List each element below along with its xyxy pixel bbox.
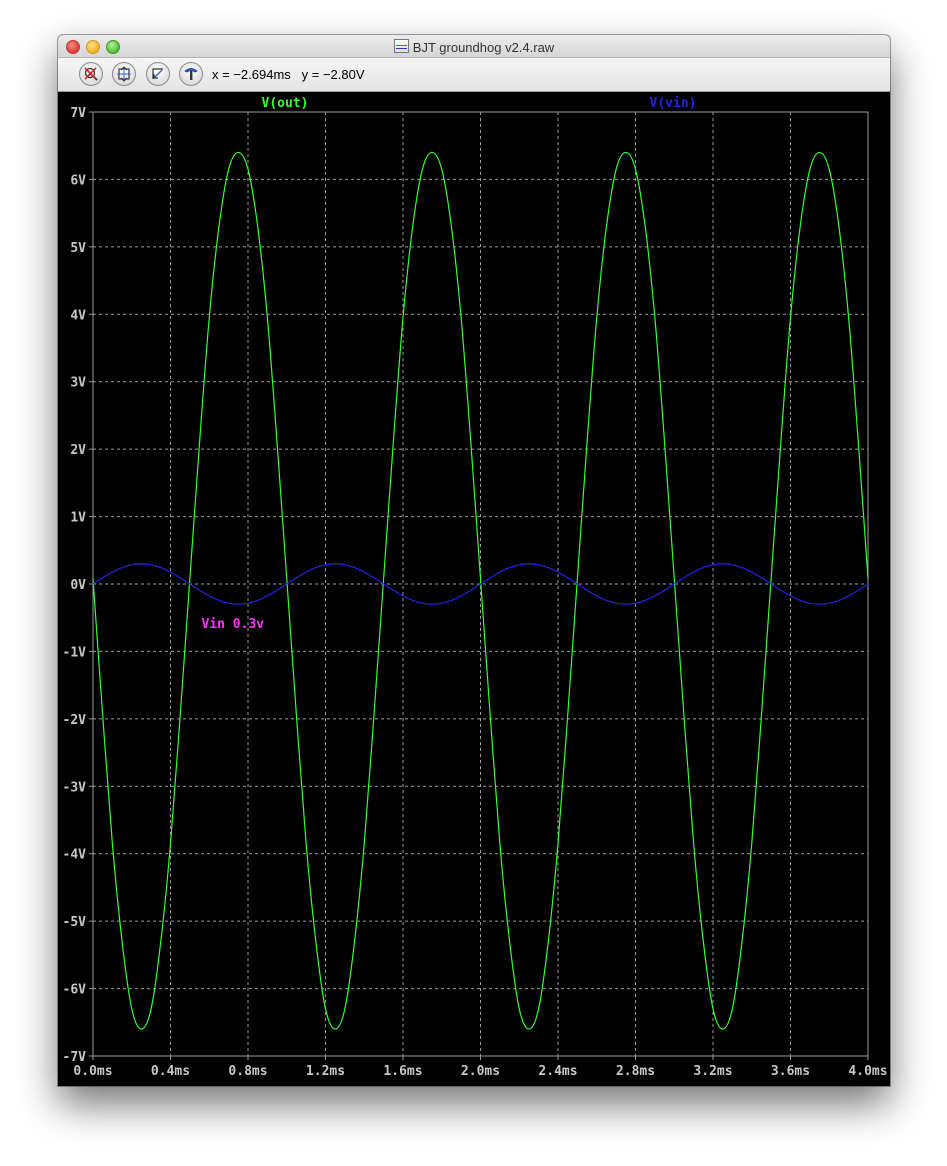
y-tick-label: -5V (63, 915, 87, 930)
waveform-chart[interactable]: 0.0ms 0.4ms 0.8ms 1.2ms 1.6ms 2.0ms 2.4ms 2.8ms… (58, 92, 890, 1086)
x-tick-label: 2.4ms (538, 1064, 577, 1079)
y-tick-label: -4V (63, 848, 87, 863)
probe-button[interactable] (179, 62, 203, 86)
series-line-v-out (92, 151, 869, 1030)
y-tick-label: -6V (63, 983, 87, 998)
x-tick-label: 3.2ms (693, 1064, 732, 1079)
y-tick-label: 3V (70, 376, 86, 391)
y-tick-label: 6V (70, 173, 86, 188)
y-tick-label: 1V (70, 511, 86, 526)
x-tick-label: 2.8ms (616, 1064, 655, 1079)
annotation-label: Vin 0.3v (202, 617, 265, 632)
x-tick-label: 1.2ms (306, 1064, 345, 1079)
window-title-area: BJT groundhog v2.4.raw (58, 39, 890, 55)
window-title: BJT groundhog v2.4.raw (412, 40, 555, 55)
plot-area[interactable]: 0.0ms 0.4ms 0.8ms 1.2ms 1.6ms 2.0ms 2.4ms 2.8ms… (58, 92, 890, 1086)
y-tick-label: -1V (63, 645, 87, 660)
y-readout: y = −2.80V (301, 67, 365, 82)
x-tick-label: 3.6ms (771, 1064, 810, 1079)
legend-label-v-out: V(out) (262, 96, 309, 111)
zoom-extents-button[interactable] (112, 62, 136, 86)
y-tick-label: 0V (70, 578, 86, 593)
y-tick-label: 5V (70, 241, 86, 256)
y-tick-label: -2V (63, 713, 87, 728)
title-bar[interactable]: BJT groundhog v2.4.raw (58, 35, 890, 58)
x-tick-label: 0.8ms (228, 1064, 267, 1079)
zoom-back-button[interactable] (146, 62, 170, 86)
y-tick-label: -3V (63, 780, 87, 795)
x-tick-label: 1.6ms (383, 1064, 422, 1079)
toolbar: x = −2.694ms y = −2.80V (58, 58, 890, 92)
zoom-back-icon (152, 68, 163, 79)
x-tick-label: 0.4ms (151, 1064, 190, 1079)
zoom-cancel-icon (84, 67, 98, 81)
x-readout: x = −2.694ms (212, 67, 291, 82)
probe-icon (184, 68, 198, 80)
x-tick-label: 0.0ms (73, 1064, 112, 1079)
zoom-extents-icon (117, 66, 131, 82)
y-tick-label: 2V (70, 443, 86, 458)
legend-label-v-vin: V(vin) (650, 96, 697, 111)
waveform-file-icon (393, 39, 409, 53)
cursor-readout: x = −2.694ms y = −2.80V (212, 67, 365, 82)
y-tick-label: -7V (63, 1050, 87, 1065)
x-tick-label: 4.0ms (848, 1064, 887, 1079)
waveform-window: BJT groundhog v2.4.raw x = −2.694ms y = … (58, 35, 890, 1086)
y-tick-label: 4V (70, 308, 86, 323)
y-tick-label: 7V (70, 106, 86, 121)
zoom-cancel-button[interactable] (79, 62, 103, 86)
x-tick-label: 2.0ms (461, 1064, 500, 1079)
